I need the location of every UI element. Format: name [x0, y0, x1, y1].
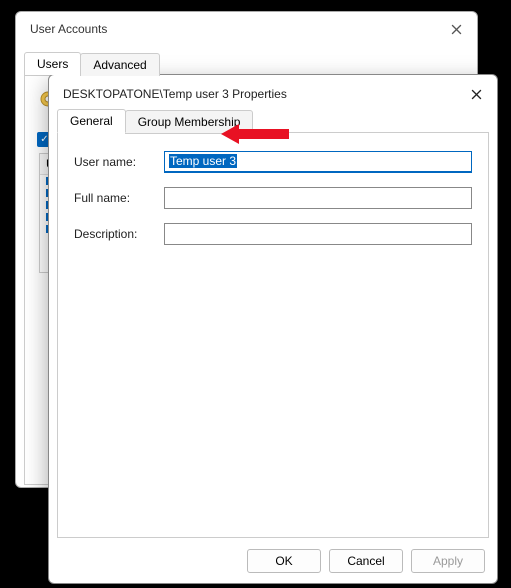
fg-titlebar: DESKTOPATONE\Temp user 3 Properties [49, 75, 497, 109]
bg-titlebar: User Accounts [16, 12, 477, 46]
description-label: Description: [74, 227, 164, 241]
tab-general[interactable]: General [57, 109, 126, 133]
username-input[interactable]: Temp user 3 [164, 151, 472, 173]
close-icon[interactable] [469, 87, 483, 101]
fg-tabs: General Group Membership [57, 109, 489, 133]
fg-window-title: DESKTOPATONE\Temp user 3 Properties [63, 87, 287, 101]
fullname-input[interactable] [164, 187, 472, 209]
username-label: User name: [74, 155, 164, 169]
tab-group-membership[interactable]: Group Membership [125, 110, 254, 134]
close-icon[interactable] [449, 22, 463, 36]
dialog-buttons: OK Cancel Apply [49, 539, 497, 583]
tab-advanced[interactable]: Advanced [80, 53, 159, 76]
general-panel: User name: Temp user 3 Full name: Descri… [57, 132, 489, 538]
bg-window-title: User Accounts [30, 22, 107, 36]
ok-button[interactable]: OK [247, 549, 321, 573]
tab-users[interactable]: Users [24, 52, 81, 75]
cancel-button[interactable]: Cancel [329, 549, 403, 573]
apply-button[interactable]: Apply [411, 549, 485, 573]
bg-tabs: Users Advanced [24, 52, 469, 75]
description-input[interactable] [164, 223, 472, 245]
properties-dialog: DESKTOPATONE\Temp user 3 Properties Gene… [48, 74, 498, 584]
fullname-label: Full name: [74, 191, 164, 205]
